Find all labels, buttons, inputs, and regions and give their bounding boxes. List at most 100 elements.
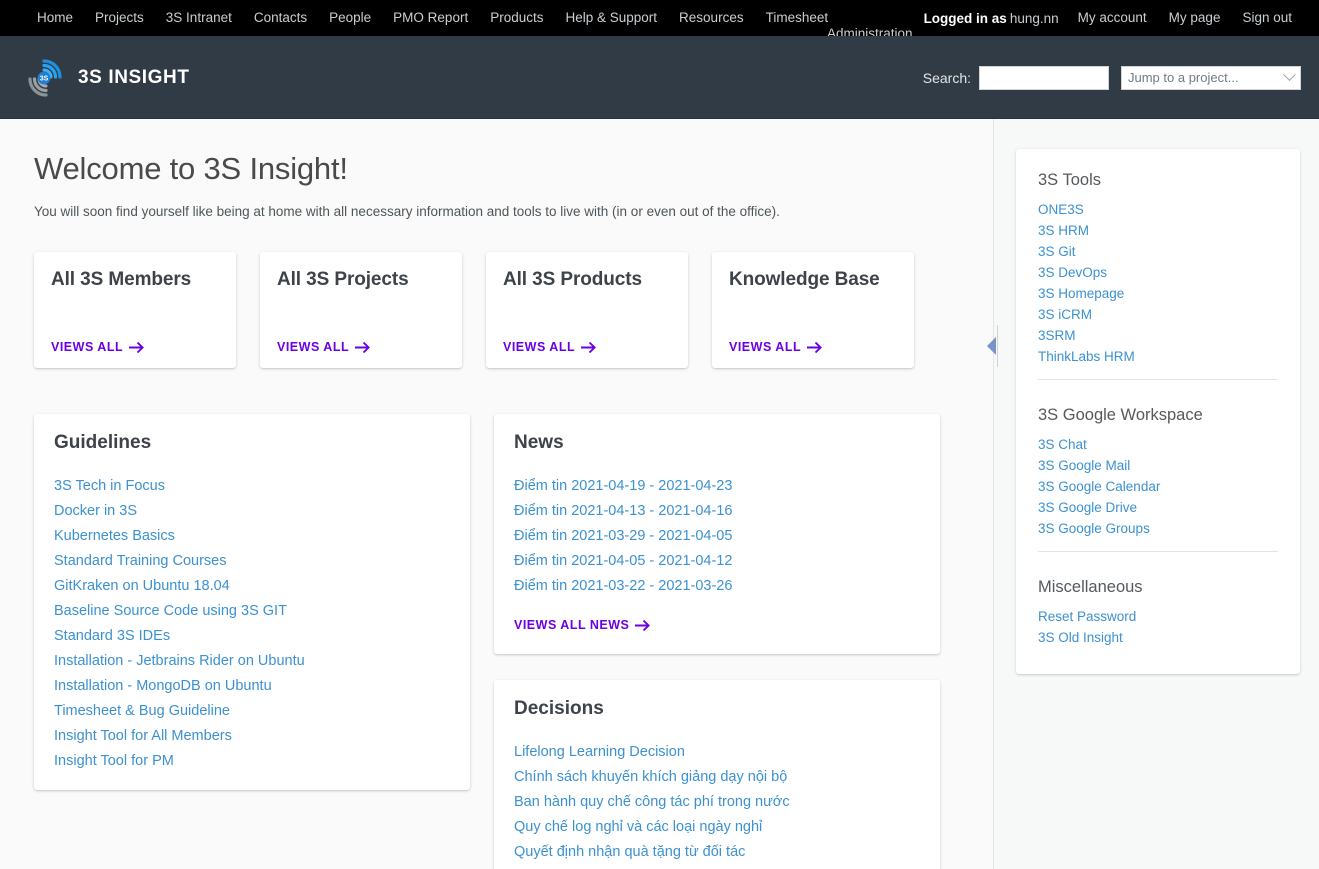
guideline-link[interactable]: Kubernetes Basics bbox=[54, 528, 175, 544]
sidebar-section-links: 3S Chat 3S Google Mail 3S Google Calendar 3… bbox=[1038, 436, 1278, 538]
sidebar-link[interactable]: 3S Google Drive bbox=[1038, 500, 1137, 515]
list-item: 3S Chat bbox=[1038, 436, 1278, 454]
tile-title: All 3S Products bbox=[503, 269, 671, 291]
brand[interactable]: 3S 3S INSIGHT bbox=[26, 36, 190, 119]
nav-link-help-support[interactable]: Help & Support bbox=[554, 0, 668, 36]
guideline-link[interactable]: Baseline Source Code using 3S GIT bbox=[54, 603, 287, 619]
list-item: 3S HRM bbox=[1038, 222, 1278, 240]
tile-knowledge-base[interactable]: Knowledge BaseVIEWS ALL bbox=[712, 252, 914, 368]
list-item: 3S Google Groups bbox=[1038, 520, 1278, 538]
news-link[interactable]: Điểm tin 2021-04-05 - 2021-04-12 bbox=[514, 553, 732, 569]
nav-link-projects[interactable]: Projects bbox=[84, 0, 155, 36]
nav-link-contacts[interactable]: Contacts bbox=[243, 0, 318, 36]
sidebar-link[interactable]: ONE3S bbox=[1038, 202, 1084, 217]
news-list: Điểm tin 2021-04-19 - 2021-04-23 Điểm tin… bbox=[514, 477, 920, 595]
nav-link-products[interactable]: Products bbox=[479, 0, 554, 36]
views-all-link[interactable]: VIEWS ALL bbox=[51, 340, 146, 354]
news-link[interactable]: Điểm tin 2021-04-19 - 2021-04-23 bbox=[514, 478, 732, 494]
nav-link-sign-out[interactable]: Sign out bbox=[1231, 0, 1303, 36]
guideline-link[interactable]: Insight Tool for All Members bbox=[54, 728, 232, 744]
guideline-link[interactable]: Installation - Jetbrains Rider on Ubuntu bbox=[54, 653, 305, 669]
list-item: Điểm tin 2021-04-13 - 2021-04-16 bbox=[514, 502, 920, 520]
sidebar-link[interactable]: 3S Homepage bbox=[1038, 286, 1124, 301]
news-title: News bbox=[514, 432, 920, 454]
tile-title: All 3S Projects bbox=[277, 269, 445, 291]
guideline-link[interactable]: GitKraken on Ubuntu 18.04 bbox=[54, 578, 230, 594]
decision-link[interactable]: Quy chế log nghỉ và các loại ngày nghỉ bbox=[514, 819, 762, 835]
sidebar-section-links: ONE3S 3S HRM 3S Git 3S DevOps 3S Homepage 3S … bbox=[1038, 201, 1278, 366]
nav-link-pmo-report[interactable]: PMO Report bbox=[382, 0, 479, 36]
list-item: Điểm tin 2021-03-22 - 2021-03-26 bbox=[514, 577, 920, 595]
news-link[interactable]: Điểm tin 2021-03-29 - 2021-04-05 bbox=[514, 528, 732, 544]
guideline-link[interactable]: Standard Training Courses bbox=[54, 553, 227, 569]
list-item: Lifelong Learning Decision bbox=[514, 743, 920, 761]
logged-in-username: hung.nn bbox=[1010, 11, 1067, 26]
sidebar-link[interactable]: 3S Google Calendar bbox=[1038, 479, 1160, 494]
tile-all-3s-projects[interactable]: All 3S Projects VIEWS ALL bbox=[260, 252, 462, 368]
tile-all-3s-members[interactable]: All 3S Members VIEWS ALL bbox=[34, 252, 236, 368]
top-nav-overflow-administration[interactable]: Administration bbox=[827, 26, 913, 36]
nav-link-resources[interactable]: Resources bbox=[668, 0, 755, 36]
nav-link-3s-intranet[interactable]: 3S Intranet bbox=[155, 0, 243, 36]
news-link[interactable]: Điểm tin 2021-04-13 - 2021-04-16 bbox=[514, 503, 732, 519]
sidebar-link[interactable]: 3S Git bbox=[1038, 244, 1076, 259]
list-item: 3S Google Mail bbox=[1038, 457, 1278, 475]
sidebar-link[interactable]: 3S Old Insight bbox=[1038, 630, 1123, 645]
decision-link[interactable]: Ban hành quy chế công tác phí trong nước bbox=[514, 794, 790, 810]
decision-link[interactable]: Quyết định nhận quà tặng từ đối tác bbox=[514, 844, 745, 860]
sidebar-section-heading: 3S Tools bbox=[1038, 171, 1278, 190]
sidebar-sections: 3S Tools ONE3S 3S HRM 3S Git 3S DevOps 3S Hom… bbox=[1038, 171, 1278, 647]
nav-link-home[interactable]: Home bbox=[26, 0, 84, 36]
list-item: GitKraken on Ubuntu 18.04 bbox=[54, 577, 450, 595]
list-item: 3S Tech in Focus bbox=[54, 477, 450, 495]
brand-title: 3S INSIGHT bbox=[78, 67, 190, 89]
sidebar-link[interactable]: ThinkLabs HRM bbox=[1038, 349, 1135, 364]
tile-all-3s-products[interactable]: All 3S Products VIEWS ALL bbox=[486, 252, 688, 368]
views-all-news-link[interactable]: VIEWS ALL NEWS bbox=[514, 618, 652, 632]
list-item: Insight Tool for PM bbox=[54, 752, 450, 770]
3s-logo-icon: 3S bbox=[26, 59, 64, 97]
nav-link-my-account[interactable]: My account bbox=[1067, 0, 1158, 36]
list-item: 3SRM bbox=[1038, 327, 1278, 345]
list-item: 3S Homepage bbox=[1038, 285, 1278, 303]
decision-link[interactable]: Lifelong Learning Decision bbox=[514, 744, 685, 760]
list-item: Timesheet & Bug Guideline bbox=[54, 702, 450, 720]
sidebar-link[interactable]: 3S DevOps bbox=[1038, 265, 1107, 280]
right-sidebar: 3S Tools ONE3S 3S HRM 3S Git 3S DevOps 3S Hom… bbox=[993, 119, 1319, 869]
sidebar-divider bbox=[1038, 551, 1278, 552]
guideline-link[interactable]: Standard 3S IDEs bbox=[54, 628, 170, 644]
collapse-sidebar-icon[interactable] bbox=[986, 325, 1000, 367]
sidebar-link[interactable]: 3S iCRM bbox=[1038, 307, 1092, 322]
decisions-panel: Decisions Lifelong Learning DecisionChín… bbox=[494, 680, 940, 869]
guideline-link[interactable]: Docker in 3S bbox=[54, 503, 137, 519]
nav-link-my-page[interactable]: My page bbox=[1158, 0, 1232, 36]
guidelines-list: 3S Tech in Focus Docker in 3S Kubernetes B… bbox=[54, 477, 450, 770]
views-all-label: VIEWS ALL bbox=[277, 340, 349, 354]
page-title: Welcome to 3S Insight! bbox=[34, 151, 967, 187]
sidebar-link[interactable]: 3S Google Groups bbox=[1038, 521, 1150, 536]
sidebar-link[interactable]: 3S HRM bbox=[1038, 223, 1089, 238]
search-label: Search: bbox=[923, 70, 971, 86]
views-all-link[interactable]: VIEWS ALL bbox=[277, 340, 372, 354]
sidebar-link[interactable]: 3SRM bbox=[1038, 328, 1076, 343]
list-item: Standard 3S IDEs bbox=[54, 627, 450, 645]
sidebar-link[interactable]: 3S Google Mail bbox=[1038, 458, 1130, 473]
guideline-link[interactable]: Installation - MongoDB on Ubuntu bbox=[54, 678, 272, 694]
nav-link-people[interactable]: People bbox=[318, 0, 382, 36]
views-all-link[interactable]: VIEWS ALL bbox=[503, 340, 598, 354]
news-decisions-column: News Điểm tin 2021-04-19 - 2021-04-23Điể… bbox=[494, 414, 940, 869]
guideline-link[interactable]: Insight Tool for PM bbox=[54, 753, 174, 769]
jump-to-project-select[interactable]: Jump to a project... bbox=[1121, 66, 1301, 90]
list-item: Quy chế log nghỉ và các loại ngày nghỉ bbox=[514, 818, 920, 836]
search-input[interactable] bbox=[979, 66, 1109, 90]
tile-title: All 3S Members bbox=[51, 269, 219, 291]
decision-link[interactable]: Chính sách khuyến khích giảng dạy nội bộ bbox=[514, 769, 787, 785]
guideline-link[interactable]: Timesheet & Bug Guideline bbox=[54, 703, 230, 719]
news-link[interactable]: Điểm tin 2021-03-22 - 2021-03-26 bbox=[514, 578, 732, 594]
sidebar-link[interactable]: Reset Password bbox=[1038, 609, 1136, 624]
guideline-link[interactable]: 3S Tech in Focus bbox=[54, 478, 165, 494]
panels-row: Guidelines 3S Tech in FocusDocker in 3SK… bbox=[34, 414, 967, 869]
views-all-link[interactable]: VIEWS ALL bbox=[729, 340, 824, 354]
main-content: Welcome to 3S Insight! You will soon fin… bbox=[0, 119, 993, 869]
sidebar-link[interactable]: 3S Chat bbox=[1038, 437, 1087, 452]
